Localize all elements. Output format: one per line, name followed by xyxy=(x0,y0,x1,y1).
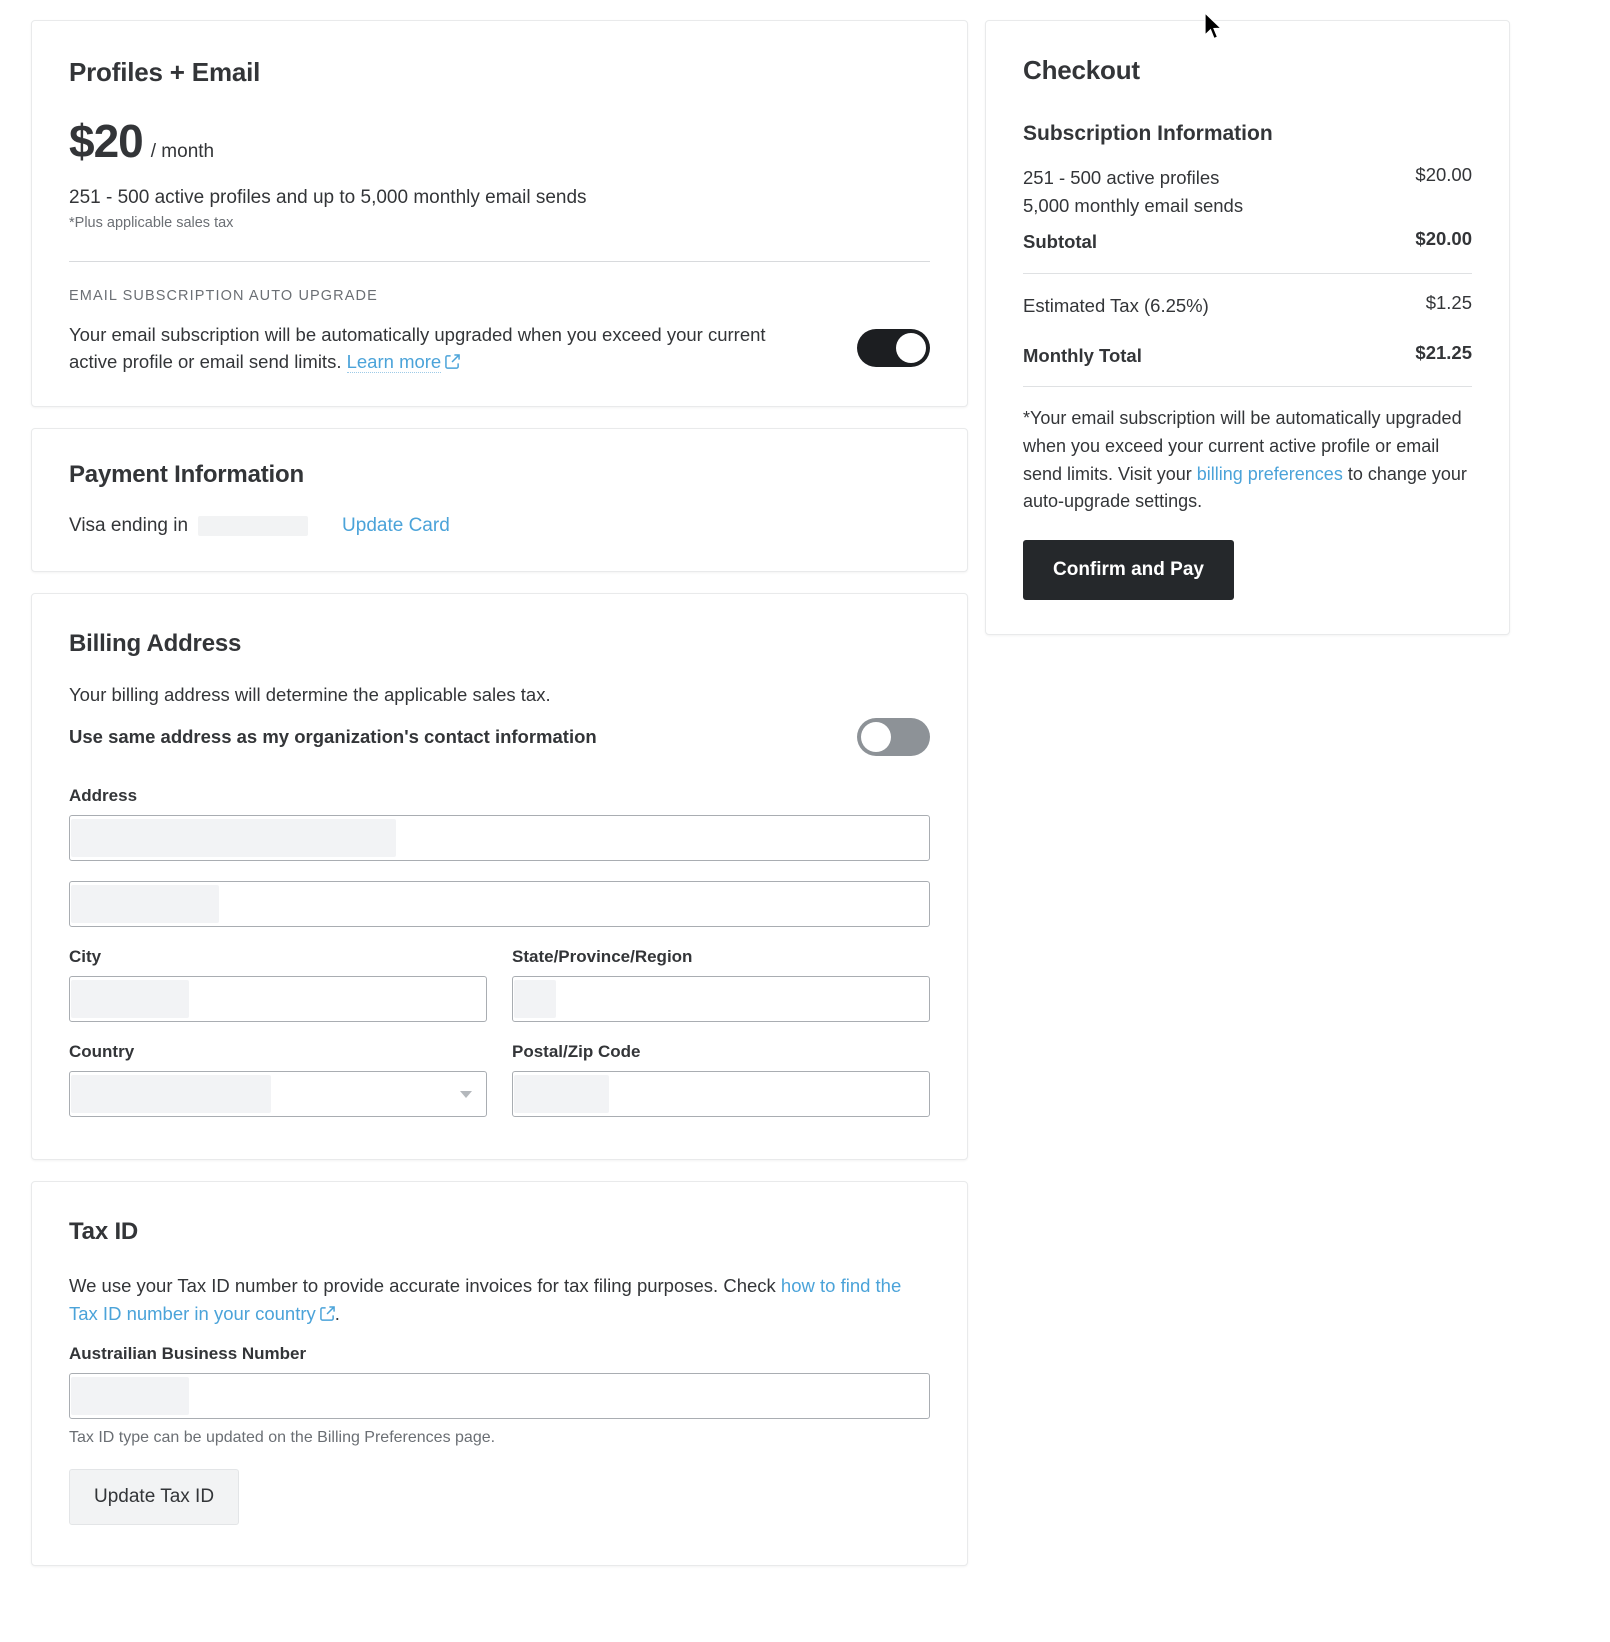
state-redacted xyxy=(514,980,556,1019)
payment-information-title: Payment Information xyxy=(69,461,304,489)
line-item-tax: Estimated Tax (6.25%) $1.25 xyxy=(1023,292,1472,320)
divider xyxy=(69,260,930,262)
same-address-row: Use same address as my organization's co… xyxy=(69,718,930,757)
tax-id-card: Tax ID We use your Tax ID number to prov… xyxy=(31,1181,968,1566)
city-label: City xyxy=(69,947,102,967)
auto-upgrade-row: Your email subscription will be automati… xyxy=(69,321,930,377)
same-address-label: Use same address as my organization's co… xyxy=(69,726,597,748)
postal-redacted xyxy=(514,1075,609,1114)
payment-information-card: Payment Information Visa ending in Updat… xyxy=(31,428,968,573)
tax-id-field-label: Austrailian Business Number xyxy=(69,1343,307,1363)
address-line2-input[interactable] xyxy=(69,881,930,928)
line-item-subtotal-label: Subtotal xyxy=(1023,230,1097,252)
address-line1-input[interactable] xyxy=(69,815,930,862)
toggle-knob xyxy=(861,722,891,753)
city-redacted xyxy=(71,980,189,1019)
plan-tax-note: *Plus applicable sales tax xyxy=(69,214,234,231)
update-tax-id-button[interactable]: Update Tax ID xyxy=(69,1468,240,1525)
address-label: Address xyxy=(69,786,138,806)
subscription-information-heading: Subscription Information xyxy=(1023,122,1273,145)
state-input[interactable] xyxy=(512,976,930,1023)
line-item-plan: 251 - 500 active profiles 5,000 monthly … xyxy=(1023,164,1472,220)
checkout-divider-2 xyxy=(1023,385,1472,387)
line-item-total-value: $21.25 xyxy=(1415,342,1472,363)
tax-id-description-suffix: . xyxy=(334,1302,340,1324)
external-link-icon xyxy=(445,349,461,370)
tax-id-description: We use your Tax ID number to provide acc… xyxy=(69,1272,930,1328)
left-column: Profiles + Email $20 / month 251 - 500 a… xyxy=(31,20,968,1587)
learn-more-label: Learn more xyxy=(346,351,442,373)
checkout-card: Checkout Subscription Information 251 - … xyxy=(985,20,1510,636)
line-item-plan-value: $20.00 xyxy=(1415,164,1472,185)
tax-id-title: Tax ID xyxy=(69,1218,139,1246)
state-group: State/Province/Region xyxy=(512,947,930,1042)
card-number-redacted xyxy=(198,516,309,537)
postal-group: Postal/Zip Code xyxy=(512,1042,930,1118)
right-column: Checkout Subscription Information 251 - … xyxy=(985,20,1510,656)
line-item-subtotal-value: $20.00 xyxy=(1415,227,1472,249)
card-label: Visa ending in xyxy=(69,515,189,537)
line-item-subtotal: Subtotal $20.00 xyxy=(1023,228,1472,256)
line-item-total: Monthly Total $21.25 xyxy=(1023,342,1472,370)
country-select[interactable] xyxy=(69,1071,487,1118)
page-title: Profiles + Email xyxy=(69,57,261,87)
tax-id-redacted xyxy=(71,1376,189,1415)
line-item-tax-label: Estimated Tax (6.25%) xyxy=(1023,295,1209,317)
checkout-disclaimer: *Your email subscription will be automat… xyxy=(1023,405,1472,517)
line-item-tax-value: $1.25 xyxy=(1425,292,1472,314)
external-link-icon xyxy=(319,1301,335,1321)
checkout-title: Checkout xyxy=(1023,55,1140,85)
city-state-row: City State/Province/Region xyxy=(69,947,930,1042)
country-postal-row: Country Postal/Zip Code xyxy=(69,1042,930,1118)
billing-preferences-link[interactable]: billing preferences xyxy=(1197,464,1343,484)
tax-id-input[interactable] xyxy=(69,1372,930,1419)
country-group: Country xyxy=(69,1042,487,1118)
city-input[interactable] xyxy=(69,976,487,1023)
payment-card-row: Visa ending in Update Card xyxy=(69,515,930,537)
billing-address-description: Your billing address will determine the … xyxy=(69,684,551,706)
plan-card: Profiles + Email $20 / month 251 - 500 a… xyxy=(31,20,968,408)
auto-upgrade-description: Your email subscription will be automati… xyxy=(69,321,811,377)
billing-checkout-page: Profiles + Email $20 / month 251 - 500 a… xyxy=(0,0,1610,1642)
plan-description: 251 - 500 active profiles and up to 5,00… xyxy=(69,187,587,208)
postal-input[interactable] xyxy=(512,1071,930,1118)
update-card-link[interactable]: Update Card xyxy=(342,515,450,537)
checkout-divider-1 xyxy=(1023,273,1472,275)
confirm-and-pay-button[interactable]: Confirm and Pay xyxy=(1023,540,1234,601)
country-redacted xyxy=(71,1075,271,1114)
tax-id-description-prefix: We use your Tax ID number to provide acc… xyxy=(69,1275,781,1297)
line-item-total-label: Monthly Total xyxy=(1023,345,1142,366)
state-label: State/Province/Region xyxy=(512,947,693,967)
city-group: City xyxy=(69,947,487,1042)
same-address-toggle[interactable] xyxy=(857,718,930,757)
postal-label: Postal/Zip Code xyxy=(512,1042,641,1062)
auto-upgrade-toggle[interactable] xyxy=(857,329,930,368)
billing-address-title: Billing Address xyxy=(69,630,242,658)
learn-more-link[interactable]: Learn more xyxy=(346,351,442,374)
chevron-down-icon xyxy=(460,1091,472,1099)
tax-id-hint: Tax ID type can be updated on the Billin… xyxy=(69,1428,496,1446)
price-amount: $20 xyxy=(69,115,144,167)
address-line2-redacted xyxy=(71,885,219,924)
price-period: / month xyxy=(150,141,215,162)
price-row: $20 / month xyxy=(69,118,930,164)
toggle-knob xyxy=(896,333,926,364)
billing-address-card: Billing Address Your billing address wil… xyxy=(31,593,968,1161)
line-item-plan-label-line2: 5,000 monthly email sends xyxy=(1023,194,1244,216)
address-line1-redacted xyxy=(71,819,396,858)
country-label: Country xyxy=(69,1042,135,1062)
line-item-plan-label: 251 - 500 active profiles 5,000 monthly … xyxy=(1023,164,1243,220)
auto-upgrade-eyebrow: EMAIL SUBSCRIPTION AUTO UPGRADE xyxy=(69,287,378,304)
line-item-plan-label-line1: 251 - 500 active profiles xyxy=(1023,167,1220,188)
